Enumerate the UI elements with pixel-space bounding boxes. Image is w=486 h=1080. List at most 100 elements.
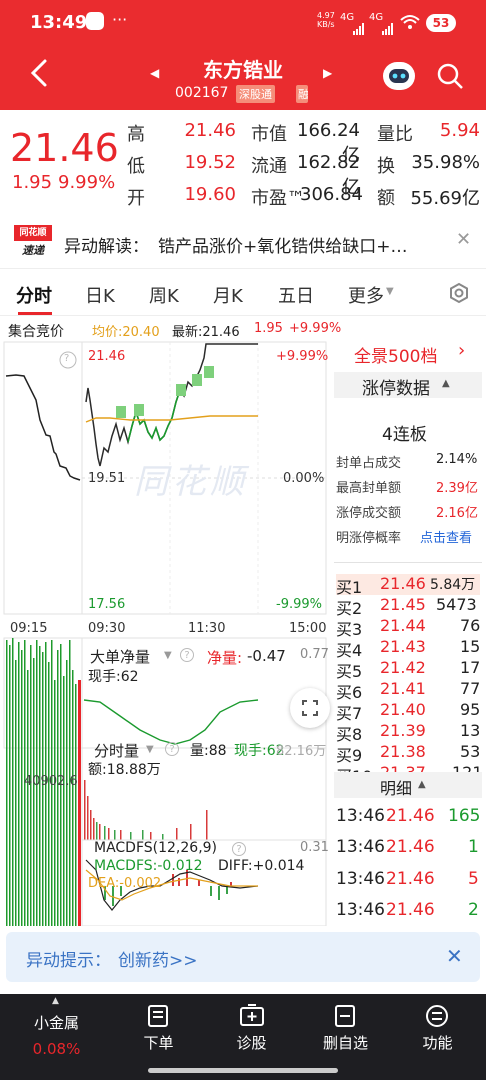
stat-label-2: 涨停成交额 (336, 506, 402, 521)
big-order-now: 现手:62 (88, 669, 139, 685)
chart-tabs: 分时 日K 周K 月K 五日 更多 ▼ (0, 270, 486, 316)
order-price: 21.43 (380, 637, 426, 656)
detail-header[interactable]: 明细 ▲ (334, 772, 482, 798)
macd-title[interactable]: MACDFS(12,26,9) (94, 840, 217, 856)
big-order-scale: 0.77 (300, 647, 329, 662)
limit-up-header[interactable]: 涨停数据 ▲ (334, 372, 482, 399)
big-order-title[interactable]: 大单净量 (90, 646, 150, 667)
detail-title: 明细 (380, 779, 413, 798)
tab-weekly-k[interactable]: 周K (149, 282, 179, 308)
avg-price-label: 均价:20.40 (92, 325, 160, 340)
prev-stock-icon[interactable]: ◀ (150, 66, 159, 80)
close-icon[interactable]: ✕ (456, 229, 471, 250)
order-row: 买8 21.39 13 (336, 721, 480, 744)
order-price: 21.40 (380, 700, 426, 719)
order-volume: 53 (460, 742, 481, 761)
detail-time: 13:46 (336, 900, 385, 920)
watermark: 同花顺 (134, 462, 248, 502)
home-indicator (148, 1068, 338, 1073)
order-price: 21.41 (380, 679, 426, 698)
float-cap-label: 流通 (251, 156, 287, 177)
nav-sector[interactable]: ▲ 小金属 0.08% (8, 994, 105, 1080)
time-label-0915: 09:15 (10, 621, 48, 636)
pct-low-label: -9.99% (276, 597, 322, 612)
signal-bars-icon (353, 20, 365, 35)
open-value: 19.60 (184, 184, 236, 205)
order-row: 买6 21.41 77 (336, 679, 480, 702)
order-price: 21.46 (380, 574, 426, 593)
chevron-down-icon: ▼ (146, 744, 154, 755)
open-label: 开 (127, 188, 145, 209)
bottom-nav: ▲ 小金属 0.08% 下单 诊股 删自选 功能 (0, 994, 486, 1080)
alert-hint-bar[interactable]: 异动提示： 创新药>> ✕ (6, 932, 480, 982)
help-icon[interactable]: ? (180, 648, 194, 662)
stat-value-0: 2.14% (436, 452, 478, 467)
amount-label: 额 (377, 188, 395, 209)
back-arrow-icon[interactable] (28, 58, 50, 92)
macd-dea: DEA:-0.002 (88, 876, 162, 891)
app: 13:49 ··· 4.97 KB/s 4G 4G 53 ◀ 东方锆业 0021… (0, 0, 486, 1080)
news-text: 锆产品涨价+氧化锆供给缺口+… (158, 237, 408, 257)
detail-time: 13:46 (336, 837, 385, 857)
pct-mid-label: 0.00% (283, 471, 325, 486)
app-notification-icon (86, 12, 104, 30)
expand-icon[interactable] (290, 688, 330, 728)
market-badge: 深股通 (236, 85, 275, 103)
signal-bars-icon (382, 20, 394, 35)
stock-name: 东方锆业 (203, 58, 283, 82)
robot-assistant-icon[interactable] (383, 62, 415, 90)
full-depth-button[interactable]: 全景500档 › (334, 336, 482, 372)
turnover-label: 换 (377, 156, 395, 177)
logo-bottom: 速递 (22, 244, 44, 257)
stat-value-1: 2.39亿 (436, 481, 478, 496)
volume-left-value: 40902.6 (24, 774, 78, 789)
macd-diff: DIFF:+0.014 (218, 858, 305, 874)
remove-watchlist-icon (333, 1004, 357, 1032)
price-low-label: 17.56 (88, 597, 126, 612)
price-mid-label: 19.51 (88, 471, 126, 486)
ths-news-logo: 同花顺 速递 (14, 225, 52, 259)
nav-label: 功能 (422, 1034, 453, 1052)
order-price: 21.45 (380, 595, 426, 614)
news-banner[interactable]: 同花顺 速递 异动解读： 锆产品涨价+氧化锆供给缺口+… ✕ (0, 215, 486, 269)
help-icon[interactable]: ? (232, 842, 246, 856)
triangle-up-icon: ▲ (442, 378, 450, 389)
next-stock-icon[interactable]: ▶ (323, 66, 332, 80)
help-icon[interactable]: ? (165, 742, 179, 756)
close-icon[interactable]: ✕ (446, 944, 463, 968)
order-volume: 5.84万 (430, 577, 476, 593)
nav-functions[interactable]: 功能 (389, 994, 486, 1080)
volume-title[interactable]: 分时量 (94, 740, 139, 761)
hint-label: 异动提示： (26, 951, 111, 971)
price-change-pct: 9.99% (58, 172, 116, 193)
intraday-chart[interactable]: 集合竞价 均价:20.40 最新:21.46 1.95 +9.99% 21.46… (0, 316, 341, 926)
settings-icon[interactable] (448, 282, 470, 309)
order-volume: 15 (460, 637, 481, 656)
tab-monthly-k[interactable]: 月K (213, 282, 243, 308)
time-label-1500: 15:00 (289, 621, 327, 636)
status-bar: 13:49 ··· 4.97 KB/s 4G 4G 53 (0, 0, 486, 44)
diagnose-icon (239, 1004, 265, 1032)
pe-value: 306.84 (300, 184, 363, 205)
volume-amount: 额:18.88万 (88, 762, 161, 778)
help-icon[interactable]: ? (64, 353, 69, 364)
tab-daily-k[interactable]: 日K (85, 282, 115, 308)
order-row: 买7 21.40 95 (336, 700, 481, 723)
order-volume: 76 (460, 616, 481, 635)
chevron-right-icon: › (458, 340, 466, 361)
detail-volume: 2 (468, 900, 479, 920)
order-volume: 95 (460, 700, 481, 719)
battery-indicator: 53 (426, 14, 456, 32)
search-icon[interactable] (436, 62, 464, 94)
volume-ratio-label: 量比 (377, 124, 413, 145)
tab-intraday[interactable]: 分时 (16, 282, 52, 308)
quote-panel: 21.46 1.95 9.99% 高 21.46 市值 166.24亿 量比 5… (0, 110, 486, 210)
hint-link[interactable]: 创新药>> (118, 946, 198, 971)
top-bar: 13:49 ··· 4.97 KB/s 4G 4G 53 ◀ 东方锆业 0021… (0, 0, 486, 110)
auction-label: 集合竞价 (8, 324, 64, 340)
signal-4g-2: 4G (369, 12, 384, 23)
tab-more[interactable]: 更多 (348, 282, 384, 308)
stat-value-2: 2.16亿 (436, 506, 478, 521)
tab-five-day[interactable]: 五日 (278, 282, 314, 308)
probability-link[interactable]: 点击查看 (420, 527, 472, 546)
